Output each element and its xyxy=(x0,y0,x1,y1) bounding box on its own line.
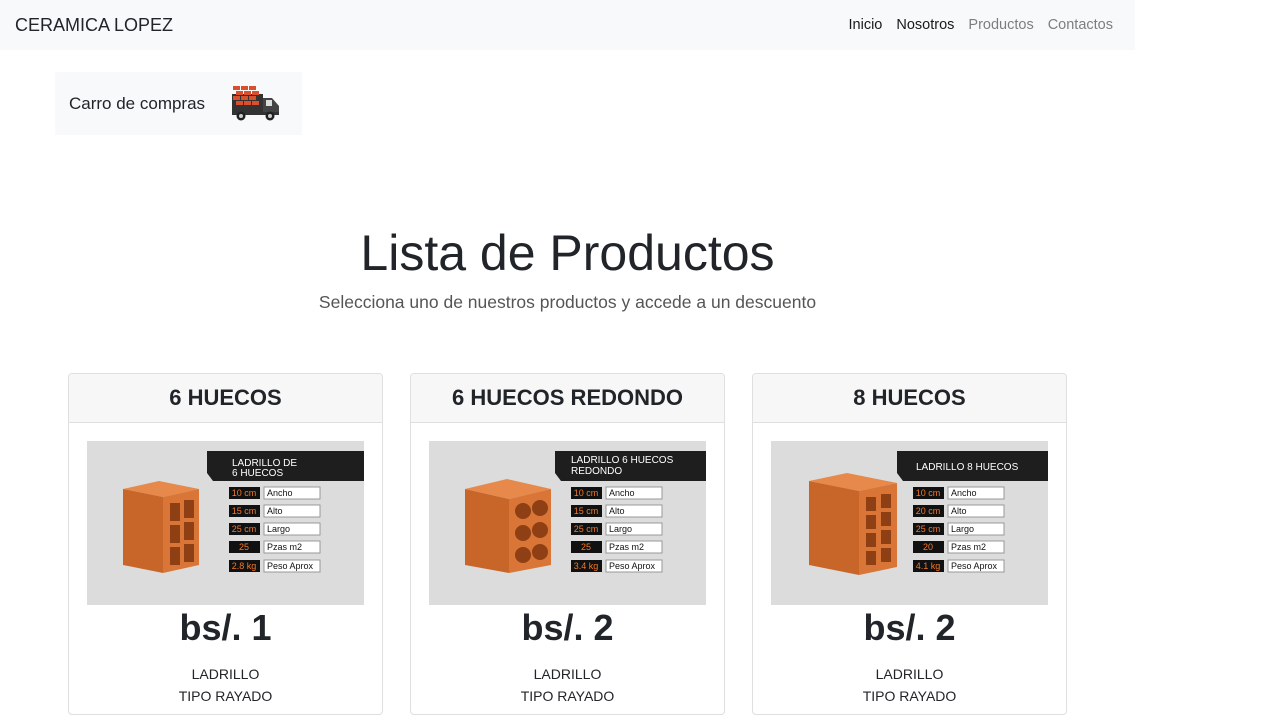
product-price: bs/. 2 xyxy=(863,607,956,648)
product-finish: TIPO RAYADO xyxy=(520,688,615,704)
spec-value: 25 cm xyxy=(574,524,599,534)
spec-label: Ancho xyxy=(951,488,977,498)
spec-label: Largo xyxy=(609,524,632,534)
page-subtitle: Selecciona uno de nuestros productos y a… xyxy=(318,292,817,312)
cart-label: Carro de compras xyxy=(69,94,206,113)
spec-label: Alto xyxy=(609,506,625,516)
nav-links: Inicio Nosotros Productos Contactos xyxy=(849,17,1113,33)
spec-value: 25 xyxy=(581,542,591,552)
nav-link-productos[interactable]: Productos xyxy=(968,17,1033,33)
spec-label: Pzas m2 xyxy=(951,542,986,552)
spec-value: 2.8 kg xyxy=(232,561,257,571)
spec-label: Alto xyxy=(267,506,283,516)
product-finish: TIPO RAYADO xyxy=(178,688,273,704)
spec-value: 15 cm xyxy=(574,506,599,516)
spec-label: Pzas m2 xyxy=(267,542,302,552)
product-image[interactable]: LADRILLO 8 HUECOS 10 cm Ancho 20 cm Alto… xyxy=(771,441,1048,605)
spec-value: 10 cm xyxy=(574,488,599,498)
product-type: LADRILLO xyxy=(191,666,260,682)
product-type: LADRILLO xyxy=(533,666,602,682)
page-title: Lista de Productos xyxy=(360,225,775,281)
card-header: 8 HUECOS xyxy=(753,374,1066,423)
nav-link-contactos[interactable]: Contactos xyxy=(1048,17,1113,33)
nav-link-inicio[interactable]: Inicio xyxy=(849,17,883,33)
brick-illustration xyxy=(123,481,199,573)
spec-label: Pzas m2 xyxy=(609,542,644,552)
spec-label: Peso Aprox xyxy=(951,561,998,571)
product-card[interactable]: 8 HUECOS LADRILLO 8 HUECOS 10 cm Ancho 2… xyxy=(752,373,1067,715)
shopping-cart-button[interactable]: Carro de compras xyxy=(55,72,302,135)
product-finish: TIPO RAYADO xyxy=(862,688,957,704)
spec-label: Largo xyxy=(267,524,290,534)
spec-label: Alto xyxy=(951,506,967,516)
product-card[interactable]: 6 HUECOS REDONDO LADRILLO 6 HUECOS REDON… xyxy=(410,373,725,715)
product-type: LADRILLO xyxy=(875,666,944,682)
spec-label: Ancho xyxy=(267,488,293,498)
spec-label: Peso Aprox xyxy=(267,561,314,571)
delivery-truck-icon xyxy=(232,86,279,121)
product-card[interactable]: 6 HUECOS LADRILLO DE 6 HUECOS 10 cm Anch… xyxy=(68,373,383,715)
product-price: bs/. 1 xyxy=(179,607,272,648)
spec-value: 4.1 kg xyxy=(916,561,941,571)
card-header: 6 HUECOS xyxy=(69,374,382,423)
product-price: bs/. 2 xyxy=(521,607,614,648)
product-image[interactable]: LADRILLO 6 HUECOS REDONDO 10 cm Ancho 15… xyxy=(429,441,706,605)
image-heading-2: REDONDO xyxy=(571,466,622,477)
navbar: CERAMICA LOPEZ Inicio Nosotros Productos… xyxy=(0,0,1135,50)
spec-value: 10 cm xyxy=(232,488,257,498)
spec-value: 10 cm xyxy=(916,488,941,498)
product-image[interactable]: LADRILLO DE 6 HUECOS 10 cm Ancho 15 cm A… xyxy=(87,441,364,605)
spec-value: 20 xyxy=(923,542,933,552)
spec-label: Peso Aprox xyxy=(609,561,656,571)
spec-label: Largo xyxy=(951,524,974,534)
spec-value: 15 cm xyxy=(232,506,257,516)
spec-value: 25 cm xyxy=(916,524,941,534)
image-heading-2: 6 HUECOS xyxy=(232,468,283,479)
image-heading-1: LADRILLO 6 HUECOS xyxy=(571,455,674,466)
spec-label: Ancho xyxy=(609,488,635,498)
spec-value: 25 xyxy=(239,542,249,552)
card-header: 6 HUECOS REDONDO xyxy=(411,374,724,423)
spec-value: 3.4 kg xyxy=(574,561,599,571)
brick-illustration xyxy=(809,473,897,575)
product-title: 6 HUECOS xyxy=(169,385,282,410)
product-title: 6 HUECOS REDONDO xyxy=(451,385,684,410)
brand-logo-text[interactable]: CERAMICA LOPEZ xyxy=(15,15,173,36)
brick-illustration xyxy=(465,479,551,573)
product-title: 8 HUECOS xyxy=(853,385,966,410)
spec-value: 25 cm xyxy=(232,524,257,534)
spec-value: 20 cm xyxy=(916,506,941,516)
nav-link-nosotros[interactable]: Nosotros xyxy=(896,17,954,33)
image-heading-1: LADRILLO 8 HUECOS xyxy=(916,462,1019,473)
